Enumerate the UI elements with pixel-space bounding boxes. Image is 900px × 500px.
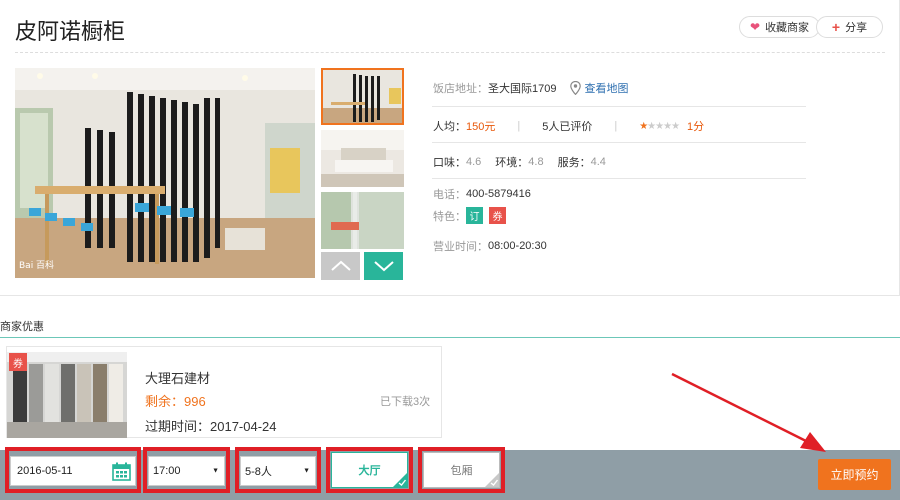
favorite-button[interactable]: ❤ 收藏商家: [739, 16, 821, 38]
promo-section-title: 商家优惠: [0, 321, 44, 333]
avg-label: 人均：: [433, 121, 466, 133]
features-row: 特色： 订 券: [433, 207, 512, 224]
avg-price: 150元: [466, 121, 496, 133]
private-room-option[interactable]: 包厢: [423, 452, 500, 488]
taste-label: 口味：: [433, 157, 466, 169]
time-select[interactable]: 17:00 ▼: [148, 456, 225, 486]
share-button[interactable]: + 分享: [816, 16, 883, 38]
info-divider: [432, 178, 806, 179]
hours-value: 08:00-20:30: [488, 240, 547, 252]
location-pin-icon: [570, 81, 582, 95]
date-input[interactable]: 2016-05-11: [10, 456, 136, 486]
coupon-downloaded: 已下载3次: [380, 396, 431, 408]
people-value: 5-8人: [245, 466, 272, 478]
svg-text:Bai 百科: Bai 百科: [19, 259, 54, 271]
coupon-badge: 券: [9, 353, 27, 371]
phone-value: 400-5879416: [466, 188, 531, 200]
coupon-remaining: 剩余：996: [145, 394, 206, 409]
coupon-name: 大理石建材: [145, 371, 211, 386]
phone-row: 电话： 400-5879416: [433, 186, 531, 202]
shop-info-card: 皮阿诺橱柜 ❤ 收藏商家 + 分享 Bai 百科 饭店地址： 圣大国际1709 …: [0, 0, 900, 296]
hall-option[interactable]: 大厅: [331, 452, 408, 488]
plus-icon: +: [831, 19, 841, 35]
chevron-up-icon: [330, 260, 351, 271]
taste-score: 4.6: [466, 156, 482, 168]
coupon-card[interactable]: 券 大理石建材 剩余：996 已下载3次 过期时间：2017-04-24: [6, 346, 442, 438]
reservation-tag: 订: [466, 207, 483, 224]
share-label: 分享: [845, 22, 868, 34]
thumbnail-1[interactable]: [321, 68, 404, 125]
check-corner-icon: [393, 473, 407, 487]
coupon-expiry: 过期时间：2017-04-24: [145, 419, 277, 434]
scores-row: 口味： 4.6 环境： 4.8 服务： 4.4: [433, 154, 606, 170]
gallery-up-button[interactable]: [321, 252, 360, 280]
people-select[interactable]: 5-8人 ▼: [240, 456, 316, 486]
info-divider: [432, 106, 806, 107]
feature-label: 特色：: [433, 210, 466, 223]
private-room-label: 包厢: [450, 465, 473, 477]
address-row: 饭店地址： 圣大国际1709 查看地图: [433, 80, 628, 96]
service-score: 4.4: [590, 156, 606, 168]
thumbnail-3[interactable]: [321, 192, 404, 249]
coupon-tag: 券: [489, 207, 506, 224]
hours-label: 营业时间：: [433, 241, 488, 253]
review-count: 5人已评价: [542, 121, 593, 133]
calendar-icon: [112, 462, 131, 481]
view-map-label: 查看地图: [584, 83, 629, 95]
env-label: 环境：: [495, 157, 529, 169]
address-label: 饭店地址：: [433, 83, 488, 95]
hall-label: 大厅: [358, 465, 381, 477]
service-label: 服务：: [557, 157, 591, 169]
main-photo: Bai 百科: [15, 68, 315, 278]
phone-label: 电话：: [433, 189, 466, 201]
rating-score: 1分: [687, 121, 705, 133]
info-divider: [432, 142, 806, 143]
thumbnail-2[interactable]: [321, 130, 404, 187]
header-divider: [15, 52, 885, 53]
check-corner-icon: [485, 473, 499, 487]
heart-icon: ❤: [750, 20, 761, 34]
star-rating: ★★★★★: [639, 120, 680, 132]
book-now-button[interactable]: 立即预约: [818, 459, 891, 490]
address-value: 圣大国际1709: [488, 83, 557, 95]
dropdown-caret-icon: ▼: [303, 467, 310, 475]
restaurant-detail-page: 皮阿诺橱柜 ❤ 收藏商家 + 分享 Bai 百科 饭店地址： 圣大国际1709 …: [0, 0, 900, 500]
page-title: 皮阿诺橱柜: [15, 19, 126, 44]
env-score: 4.8: [528, 156, 544, 168]
time-value: 17:00: [153, 465, 181, 477]
date-value: 2016-05-11: [17, 465, 73, 477]
gallery-down-button[interactable]: [364, 252, 403, 280]
hours-row: 营业时间： 08:00-20:30: [433, 238, 547, 254]
favorite-label: 收藏商家: [765, 22, 810, 34]
chevron-down-icon: [373, 261, 394, 272]
dropdown-caret-icon: ▼: [212, 467, 219, 475]
promo-section-line: [0, 337, 900, 338]
view-map-link[interactable]: 查看地图: [570, 80, 628, 96]
price-rating-row: 人均： 150元 | 5人已评价 | ★★★★★ 1分: [433, 120, 705, 133]
